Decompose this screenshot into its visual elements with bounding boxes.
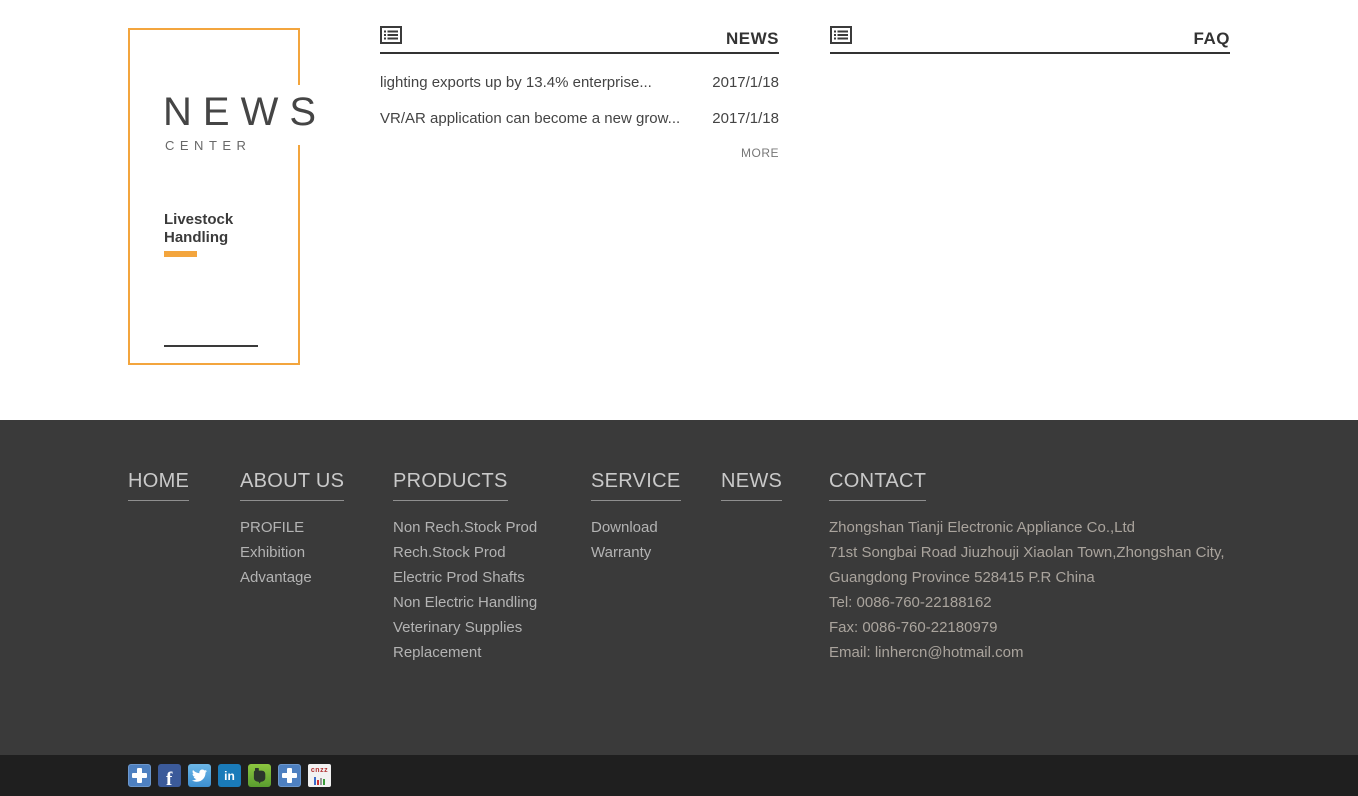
linkedin-icon[interactable]: in [218, 764, 241, 787]
banner-divider-line [164, 345, 258, 347]
faq-panel-title: FAQ [1194, 29, 1230, 49]
footer-link-about-us[interactable]: ABOUT US [240, 470, 344, 501]
footer-about-links: PROFILE Exhibition Advantage [240, 515, 393, 590]
footer-link-download[interactable]: Download [591, 515, 721, 540]
cnzz-stats-icon[interactable]: cnzz [308, 764, 331, 787]
news-item-row[interactable]: VR/AR application can become a new grow.… [380, 100, 779, 136]
contact-address-line1: 71st Songbai Road Jiuzhouji Xiaolan Town… [829, 540, 1230, 565]
footer-column-service: SERVICE Download Warranty [591, 470, 721, 665]
footer-link-non-rech-stock-prod[interactable]: Non Rech.Stock Prod [393, 515, 591, 540]
evernote-icon[interactable] [248, 764, 271, 787]
main-content-area: NEWS CENTER Livestock Handling NEWS [0, 0, 1358, 420]
footer-link-news[interactable]: NEWS [721, 470, 782, 501]
contact-fax: Fax: 0086-760-22180979 [829, 615, 1230, 640]
footer-link-exhibition[interactable]: Exhibition [240, 540, 393, 565]
footer-link-rech-stock-prod[interactable]: Rech.Stock Prod [393, 540, 591, 565]
facebook-icon[interactable]: f [158, 764, 181, 787]
banner-tagline: Livestock Handling [164, 211, 233, 247]
news-item-title[interactable]: VR/AR application can become a new grow.… [380, 110, 712, 127]
news-center-banner: NEWS CENTER Livestock Handling [128, 28, 300, 365]
share-plus-icon-2[interactable] [278, 764, 301, 787]
linkedin-glyph: in [224, 769, 235, 783]
twitter-icon[interactable] [188, 764, 211, 787]
news-panel: NEWS lighting exports up by 13.4% enterp… [380, 20, 779, 160]
news-item-row[interactable]: lighting exports up by 13.4% enterprise.… [380, 64, 779, 100]
news-list-icon [380, 26, 402, 49]
facebook-glyph: f [166, 769, 172, 787]
footer-link-home[interactable]: HOME [128, 470, 189, 501]
accent-bar [164, 251, 197, 257]
footer-column-news: NEWS [721, 470, 829, 665]
footer-link-warranty[interactable]: Warranty [591, 540, 721, 565]
social-icons-row: f in cnzz [128, 764, 331, 787]
faq-list-icon [830, 26, 852, 49]
bottom-bar: f in cnzz [0, 755, 1358, 796]
footer-column-products: PRODUCTS Non Rech.Stock Prod Rech.Stock … [393, 470, 591, 665]
page-title: NEWS [163, 90, 327, 135]
tagline-line2: Handling [164, 229, 233, 247]
footer-link-veterinary-supplies[interactable]: Veterinary Supplies [393, 615, 591, 640]
footer-link-electric-prod-shafts[interactable]: Electric Prod Shafts [393, 565, 591, 590]
news-panel-header: NEWS [380, 20, 779, 54]
news-more-link[interactable]: MORE [380, 146, 779, 160]
faq-panel: FAQ [830, 20, 1230, 54]
footer-link-service[interactable]: SERVICE [591, 470, 681, 501]
news-panel-title: NEWS [726, 29, 779, 49]
footer-link-profile[interactable]: PROFILE [240, 515, 393, 540]
contact-address-line2: Guangdong Province 528415 P.R China [829, 565, 1230, 590]
tagline-line1: Livestock [164, 211, 233, 229]
cnzz-label: cnzz [311, 766, 328, 775]
footer-service-links: Download Warranty [591, 515, 721, 565]
footer-column-home: HOME [128, 470, 240, 665]
footer-nav: HOME ABOUT US PROFILE Exhibition Advanta… [128, 470, 1230, 665]
footer: HOME ABOUT US PROFILE Exhibition Advanta… [0, 420, 1358, 755]
news-list: lighting exports up by 13.4% enterprise.… [380, 64, 779, 136]
page-subtitle: CENTER [165, 138, 251, 153]
news-item-date: 2017/1/18 [712, 110, 779, 127]
footer-link-replacement[interactable]: Replacement [393, 640, 591, 665]
footer-link-advantage[interactable]: Advantage [240, 565, 393, 590]
contact-tel: Tel: 0086-760-22188162 [829, 590, 1230, 615]
share-plus-icon[interactable] [128, 764, 151, 787]
faq-panel-header: FAQ [830, 20, 1230, 54]
footer-link-contact[interactable]: CONTACT [829, 470, 926, 501]
footer-link-products[interactable]: PRODUCTS [393, 470, 508, 501]
contact-info: Zhongshan Tianji Electronic Appliance Co… [829, 515, 1230, 665]
footer-column-about: ABOUT US PROFILE Exhibition Advantage [240, 470, 393, 665]
contact-company-name: Zhongshan Tianji Electronic Appliance Co… [829, 515, 1230, 540]
footer-link-non-electric-handling[interactable]: Non Electric Handling [393, 590, 591, 615]
contact-email: Email: linhercn@hotmail.com [829, 640, 1230, 665]
news-item-title[interactable]: lighting exports up by 13.4% enterprise.… [380, 74, 712, 91]
footer-column-contact: CONTACT Zhongshan Tianji Electronic Appl… [829, 470, 1230, 665]
footer-products-links: Non Rech.Stock Prod Rech.Stock Prod Elec… [393, 515, 591, 665]
news-item-date: 2017/1/18 [712, 74, 779, 91]
cnzz-bar-chart [314, 776, 325, 785]
